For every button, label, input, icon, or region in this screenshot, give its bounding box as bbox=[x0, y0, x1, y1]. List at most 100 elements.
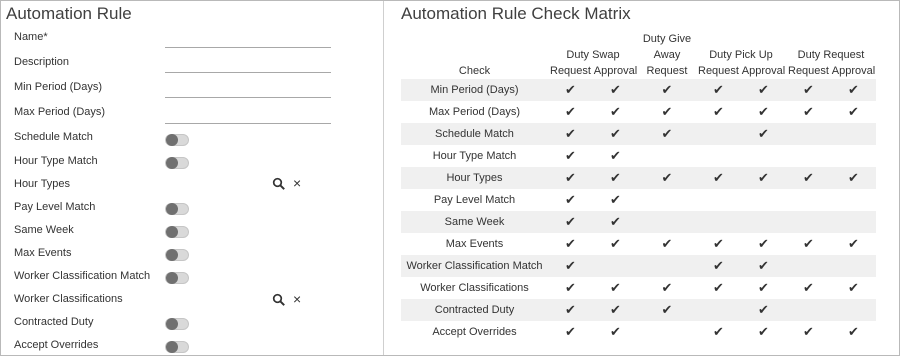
pay-level-match-toggle[interactable] bbox=[165, 203, 189, 215]
same-week-toggle[interactable] bbox=[165, 226, 189, 238]
check-label: Pay Level Match bbox=[433, 194, 516, 206]
check-mark-icon: ✔ bbox=[610, 82, 621, 97]
subheader-approval: Approval bbox=[831, 65, 876, 77]
check-mark-icon: ✔ bbox=[713, 324, 724, 339]
matrix-row: Min Period (Days) ✔ ✔ ✔ ✔ ✔ ✔ ✔ bbox=[401, 79, 876, 101]
check-mark-icon: ✔ bbox=[848, 324, 859, 339]
matrix-cell bbox=[831, 189, 876, 211]
matrix-cell bbox=[696, 145, 741, 167]
check-mark-icon: ✔ bbox=[758, 170, 769, 185]
matrix-cell: ✔ bbox=[593, 167, 638, 189]
subheader-request: Request bbox=[788, 65, 829, 77]
search-icon[interactable] bbox=[272, 177, 286, 191]
name-input[interactable] bbox=[165, 47, 331, 48]
check-mark-icon: ✔ bbox=[610, 170, 621, 185]
matrix-cell bbox=[696, 211, 741, 233]
check-mark-icon: ✔ bbox=[565, 192, 576, 207]
check-mark-icon: ✔ bbox=[803, 236, 814, 251]
matrix-cell bbox=[741, 145, 786, 167]
check-mark-icon: ✔ bbox=[565, 126, 576, 141]
matrix-cell bbox=[638, 145, 696, 167]
worker-classification-match-toggle[interactable] bbox=[165, 272, 189, 284]
contracted-duty-toggle[interactable] bbox=[165, 318, 189, 330]
close-icon[interactable]: × bbox=[293, 176, 307, 190]
matrix-cell: ✔ bbox=[593, 79, 638, 101]
check-mark-icon: ✔ bbox=[565, 104, 576, 119]
matrix-cell: ✔ bbox=[831, 233, 876, 255]
matrix-cell: ✔ bbox=[593, 299, 638, 321]
check-mark-icon: ✔ bbox=[610, 148, 621, 163]
field-label-max-period-days: Max Period (Days) bbox=[14, 106, 106, 118]
max-period-days-input[interactable] bbox=[165, 123, 331, 124]
schedule-match-toggle[interactable] bbox=[165, 134, 189, 146]
matrix-row: Pay Level Match ✔ ✔ bbox=[401, 189, 876, 211]
matrix-cell: ✔ bbox=[638, 101, 696, 123]
matrix-cell: ✔ bbox=[593, 211, 638, 233]
check-mark-icon: ✔ bbox=[848, 82, 859, 97]
close-icon[interactable]: × bbox=[293, 292, 307, 306]
matrix-cell bbox=[741, 189, 786, 211]
matrix-cell: ✔ bbox=[741, 79, 786, 101]
toggle-knob bbox=[166, 203, 178, 215]
check-mark-icon: ✔ bbox=[610, 302, 621, 317]
matrix-cell: ✔ bbox=[593, 101, 638, 123]
check-mark-icon: ✔ bbox=[803, 104, 814, 119]
matrix-row: Same Week ✔ ✔ bbox=[401, 211, 876, 233]
matrix-row: Hour Types ✔ ✔ ✔ ✔ ✔ ✔ ✔ bbox=[401, 167, 876, 189]
matrix-cell: ✔ bbox=[593, 145, 638, 167]
field-label-hour-types: Hour Types bbox=[14, 178, 71, 190]
check-mark-icon: ✔ bbox=[713, 104, 724, 119]
header-group-duty-request: Duty Request bbox=[797, 49, 865, 61]
matrix-cell: ✔ bbox=[593, 189, 638, 211]
matrix-cell bbox=[786, 145, 831, 167]
max-events-toggle[interactable] bbox=[165, 249, 189, 261]
matrix-cell: ✔ bbox=[786, 277, 831, 299]
matrix-cell bbox=[696, 299, 741, 321]
matrix-cell: ✔ bbox=[786, 101, 831, 123]
panel-title: Automation Rule bbox=[6, 4, 132, 23]
check-mark-icon: ✔ bbox=[610, 104, 621, 119]
check-mark-icon: ✔ bbox=[713, 280, 724, 295]
search-icon[interactable] bbox=[272, 293, 286, 307]
field-label-max-events: Max Events bbox=[14, 247, 72, 259]
matrix-cell: ✔ bbox=[638, 167, 696, 189]
matrix-cell: ✔ bbox=[696, 101, 741, 123]
matrix-cell: ✔ bbox=[593, 277, 638, 299]
matrix-cell: ✔ bbox=[696, 167, 741, 189]
min-period-days-input[interactable] bbox=[165, 97, 331, 98]
matrix-cell: ✔ bbox=[548, 299, 593, 321]
check-mark-icon: ✔ bbox=[661, 126, 673, 141]
check-mark-icon: ✔ bbox=[758, 302, 769, 317]
accept-overrides-toggle[interactable] bbox=[165, 341, 189, 353]
check-mark-icon: ✔ bbox=[758, 258, 769, 273]
matrix-cell: ✔ bbox=[638, 277, 696, 299]
field-label-pay-level-match: Pay Level Match bbox=[14, 201, 96, 213]
matrix-cell: ✔ bbox=[548, 145, 593, 167]
matrix-cell bbox=[696, 123, 741, 145]
header-group-duty-swap: Duty Swap bbox=[566, 49, 620, 61]
matrix-cell bbox=[786, 211, 831, 233]
check-label: Max Events bbox=[445, 238, 504, 250]
check-mark-icon: ✔ bbox=[661, 302, 673, 317]
hour-type-match-toggle[interactable] bbox=[165, 157, 189, 169]
matrix-cell: ✔ bbox=[696, 277, 741, 299]
check-mark-icon: ✔ bbox=[758, 126, 769, 141]
matrix-row: Accept Overrides ✔ ✔ ✔ ✔ ✔ ✔ bbox=[401, 321, 876, 343]
matrix-cell: ✔ bbox=[741, 101, 786, 123]
check-label: Contracted Duty bbox=[401, 299, 548, 321]
subheader-approval: Approval bbox=[741, 65, 786, 77]
check-label: Max Period (Days) bbox=[428, 106, 521, 118]
matrix-cell: ✔ bbox=[741, 277, 786, 299]
matrix-cell bbox=[831, 145, 876, 167]
subheader-request: Request bbox=[698, 65, 739, 77]
check-mark-icon: ✔ bbox=[565, 170, 576, 185]
subheader-request: Request bbox=[550, 65, 591, 77]
field-label-worker-classifications: Worker Classifications bbox=[14, 293, 123, 305]
matrix-cell: ✔ bbox=[741, 167, 786, 189]
matrix-cell bbox=[786, 123, 831, 145]
matrix-cell: ✔ bbox=[548, 321, 593, 343]
matrix-cell: ✔ bbox=[638, 233, 696, 255]
check-label: Min Period (Days) bbox=[401, 79, 548, 101]
matrix-cell bbox=[593, 255, 638, 277]
description-input[interactable] bbox=[165, 72, 331, 73]
